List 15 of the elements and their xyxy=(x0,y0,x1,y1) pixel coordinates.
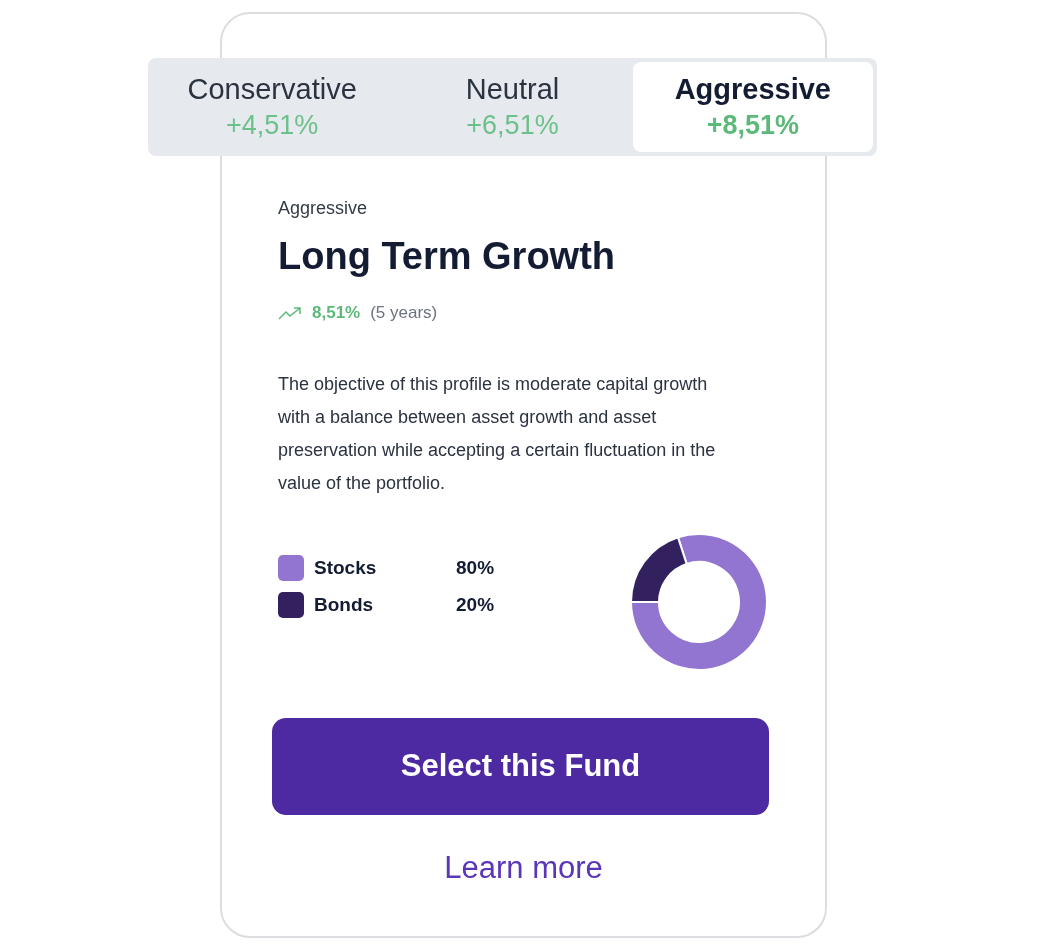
legend-share: 80% xyxy=(456,555,495,580)
profile-title: Long Term Growth xyxy=(278,234,617,278)
legend-share: 20% xyxy=(456,592,495,617)
profile-tab[interactable]: Aggressive +8,51% xyxy=(632,62,873,152)
select-fund-button[interactable]: Select this Fund xyxy=(272,717,769,815)
return-value: 8,51% xyxy=(312,302,361,324)
profile-description: The objective of this profile is moderate capital growth with a balance between asset growth and asset preservation while accepting a certain fluctuation in the value of the portfolio. xyxy=(278,372,717,495)
learn-more-link[interactable]: Learn more xyxy=(444,844,603,891)
profile-tab[interactable]: Conservative +4,51% xyxy=(152,62,393,152)
legend-label: Stocks xyxy=(314,555,378,580)
profile-tab[interactable]: Neutral +6,51% xyxy=(392,62,633,152)
trend-up-icon xyxy=(278,305,302,320)
legend-label: Bonds xyxy=(314,592,375,617)
return-period: (5 years) xyxy=(370,302,438,324)
profile-category: Aggressive xyxy=(278,197,369,220)
